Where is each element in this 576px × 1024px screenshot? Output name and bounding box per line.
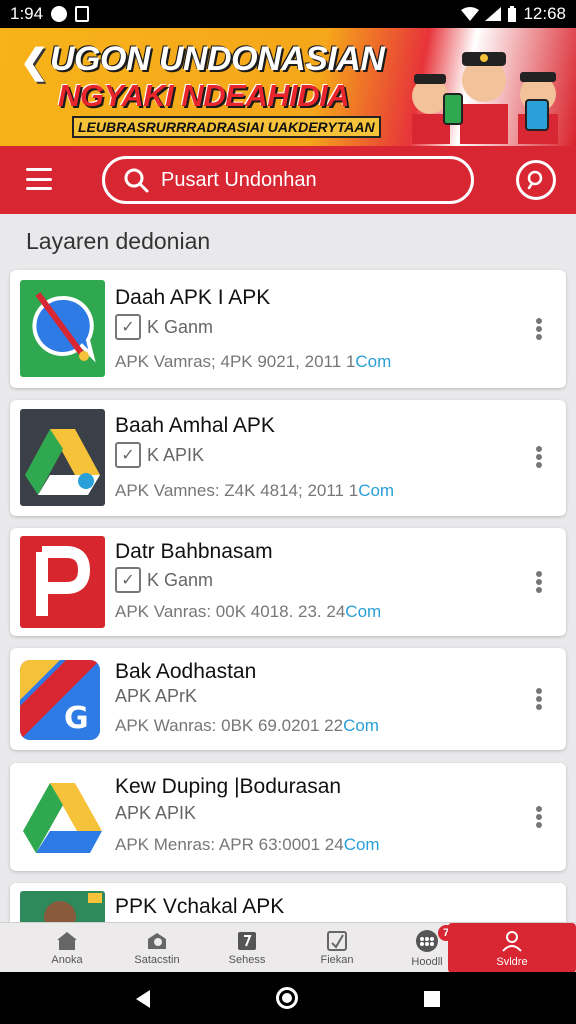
app-name: Daah APK I APK bbox=[115, 286, 271, 309]
app-bar: Pusart Undonhan bbox=[0, 146, 576, 214]
more-options-icon[interactable] bbox=[536, 446, 542, 468]
app-name: Kew Duping |Bodurasan bbox=[115, 775, 342, 798]
app-list-item[interactable]: Kew Duping |Bodurasan APK APIK APK Menra… bbox=[10, 763, 566, 871]
app-category: ✓ K Ganm bbox=[115, 567, 213, 593]
portrait-icon bbox=[20, 891, 105, 922]
drive-icon bbox=[20, 773, 105, 861]
banner-title-line1: UGON UNDONASIAN bbox=[50, 40, 385, 78]
search-input[interactable]: Pusart Undonhan bbox=[102, 156, 474, 204]
app-link[interactable]: Com bbox=[358, 481, 394, 500]
app-link[interactable]: Com bbox=[355, 352, 391, 371]
notification-box-icon bbox=[75, 6, 90, 22]
app-list-item[interactable]: PPK Vchakal APK bbox=[10, 883, 566, 922]
more-options-icon[interactable] bbox=[536, 571, 542, 593]
search-button-icon bbox=[527, 170, 543, 190]
app-link[interactable]: Com bbox=[344, 835, 380, 854]
svg-text:G: G bbox=[64, 701, 89, 736]
signal-icon bbox=[485, 7, 502, 21]
app-link[interactable]: Com bbox=[345, 602, 381, 621]
status-bar: 1:94 12:68 bbox=[0, 0, 576, 28]
checkbox-icon: ✓ bbox=[115, 314, 141, 340]
system-navigation-bar bbox=[0, 972, 576, 1024]
app-category: APK APrK bbox=[115, 686, 198, 706]
app-meta: APK Wanras: 0BK 69.0201 22Com bbox=[115, 716, 379, 735]
more-options-icon[interactable] bbox=[536, 688, 542, 710]
section-title: Layaren dedonian bbox=[26, 228, 211, 254]
app-meta: APK Vamras; 4PK 9021, 2011 1Com bbox=[115, 352, 392, 371]
back-arrow-icon[interactable]: ❮ bbox=[20, 42, 49, 82]
apps-icon bbox=[416, 929, 438, 952]
banner-title-line2: NGYAKI NDEAHIDIA bbox=[58, 78, 350, 113]
app-meta: APK Vanras: 00K 4018. 23. 24Com bbox=[115, 602, 382, 621]
system-recents-icon[interactable] bbox=[424, 991, 440, 1007]
bottom-navigation: Anoka Satacstin Sehess Fiekan Hoodll 7 S… bbox=[0, 922, 576, 973]
status-clock: 12:68 bbox=[523, 4, 566, 23]
search-icon bbox=[148, 932, 166, 949]
promo-banner[interactable]: ❮ UGON UNDONASIAN NGYAKI NDEAHIDIA LEUBR… bbox=[0, 28, 576, 146]
home-icon bbox=[57, 931, 77, 950]
app-list-item[interactable]: Daah APK I APK ✓ K Ganm APK Vamras; 4PK … bbox=[10, 270, 566, 388]
app-category: APK APIK bbox=[115, 803, 197, 823]
app-name: PPK Vchakal APK bbox=[115, 895, 285, 918]
app-list-item[interactable]: Baah Amhal APK ✓ K APIK APK Vamnes: Z4K … bbox=[10, 400, 566, 516]
checkbox-icon: ✓ bbox=[115, 442, 141, 468]
app-list-item[interactable]: Datr Bahbnasam ✓ K Ganm APK Vanras: 00K … bbox=[10, 528, 566, 636]
hamburger-menu-icon[interactable] bbox=[26, 168, 52, 190]
search-placeholder: Pusart Undonhan bbox=[161, 168, 317, 191]
app-list-item[interactable]: G Bak Aodhastan APK APrK APK Wanras: 0BK… bbox=[10, 648, 566, 750]
nav-item-home[interactable]: Anoka bbox=[22, 923, 112, 973]
status-time: 1:94 bbox=[10, 4, 44, 23]
bookmark-icon bbox=[238, 931, 256, 950]
chat-icon bbox=[20, 280, 105, 377]
app-link[interactable]: Com bbox=[343, 716, 379, 735]
nav-item-edit[interactable]: Fiekan bbox=[292, 923, 382, 973]
system-home-icon[interactable] bbox=[276, 987, 298, 1009]
app-meta: APK Vamnes: Z4K 4814; 2011 1Com bbox=[115, 481, 395, 500]
profile-icon bbox=[502, 930, 522, 952]
nav-item-search[interactable]: Satacstin bbox=[112, 923, 202, 973]
battery-icon bbox=[508, 6, 517, 22]
search-button[interactable] bbox=[516, 160, 556, 200]
notification-icon bbox=[51, 6, 68, 22]
drive-icon bbox=[20, 409, 105, 506]
system-back-icon[interactable] bbox=[136, 990, 150, 1008]
banner-tagline: LEUBRASRURRRADRASIAI UAKDERYTAAN bbox=[72, 116, 381, 138]
more-options-icon[interactable] bbox=[536, 318, 542, 340]
p-icon bbox=[20, 536, 105, 628]
maps-icon: G bbox=[20, 660, 100, 740]
wifi-icon bbox=[461, 7, 480, 21]
app-meta: APK Menras: APR 63:0001 24Com bbox=[115, 835, 380, 854]
nav-item-profile[interactable]: Svldre bbox=[448, 923, 576, 973]
search-icon bbox=[124, 168, 149, 193]
app-name: Datr Bahbnasam bbox=[115, 540, 273, 563]
nav-item-saved[interactable]: Sehess bbox=[202, 923, 292, 973]
app-category: ✓ K Ganm bbox=[115, 314, 213, 340]
mascot-illustration bbox=[412, 52, 558, 144]
app-name: Baah Amhal APK bbox=[115, 414, 275, 437]
more-options-icon[interactable] bbox=[536, 806, 542, 828]
edit-icon bbox=[327, 930, 347, 951]
app-category: ✓ K APIK bbox=[115, 442, 204, 468]
app-name: Bak Aodhastan bbox=[115, 660, 257, 683]
checkbox-icon: ✓ bbox=[115, 567, 141, 593]
